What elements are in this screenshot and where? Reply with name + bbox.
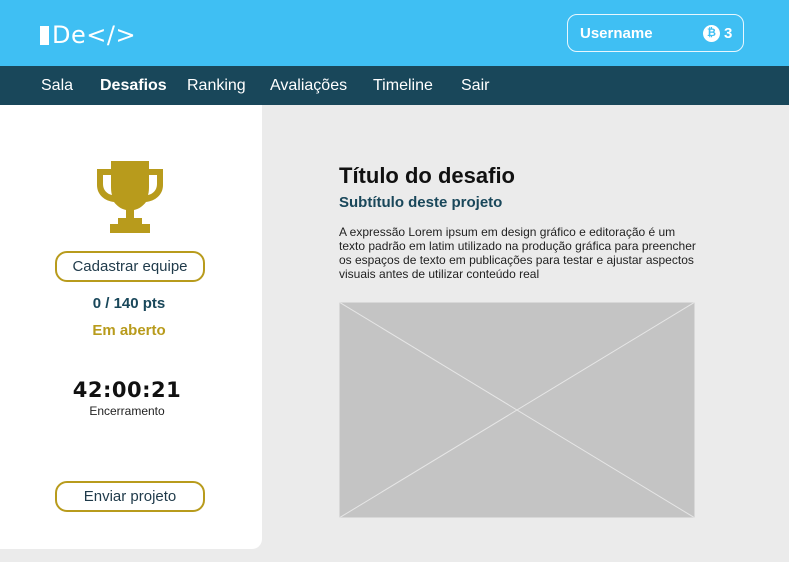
coin-icon: ₿ [703, 25, 720, 42]
nav-item-sair[interactable]: Sair [461, 77, 489, 95]
coin-count: 3 [724, 25, 733, 42]
user-menu[interactable]: Username ₿ 3 [567, 14, 744, 52]
challenge-description: A expressão Lorem ipsum em design gráfic… [339, 225, 696, 281]
challenge-subtitle: Subtítulo deste projeto [339, 194, 503, 211]
logo[interactable]: De</> [40, 22, 136, 48]
countdown-timer: 42:00:21 [72, 378, 182, 402]
username-label: Username [580, 25, 653, 42]
nav-item-desafios[interactable]: Desafios [100, 77, 167, 95]
nav-item-ranking[interactable]: Ranking [187, 77, 246, 95]
image-placeholder [339, 302, 695, 518]
top-bar: De</> Username ₿ 3 [0, 0, 789, 66]
logo-text: De</> [52, 21, 137, 49]
nav-item-sala[interactable]: Sala [41, 77, 73, 95]
challenge-title: Título do desafio [339, 163, 515, 188]
points-display: 0 / 140 pts [92, 295, 166, 312]
submit-project-button[interactable]: Enviar projeto [55, 481, 205, 512]
status-badge: Em aberto [92, 322, 166, 339]
timer-label: Encerramento [89, 404, 165, 418]
challenge-sidebar: Cadastrar equipe 0 / 140 pts Em aberto 4… [0, 105, 262, 549]
nav-bar: Sala Desafios Ranking Avaliações Timelin… [0, 66, 789, 105]
nav-item-timeline[interactable]: Timeline [373, 77, 433, 95]
image-placeholder-icon [339, 302, 695, 518]
register-team-button[interactable]: Cadastrar equipe [55, 251, 205, 282]
logo-bar-icon [40, 25, 49, 45]
nav-item-avaliacoes[interactable]: Avaliações [270, 77, 347, 95]
trophy-icon [97, 161, 163, 233]
